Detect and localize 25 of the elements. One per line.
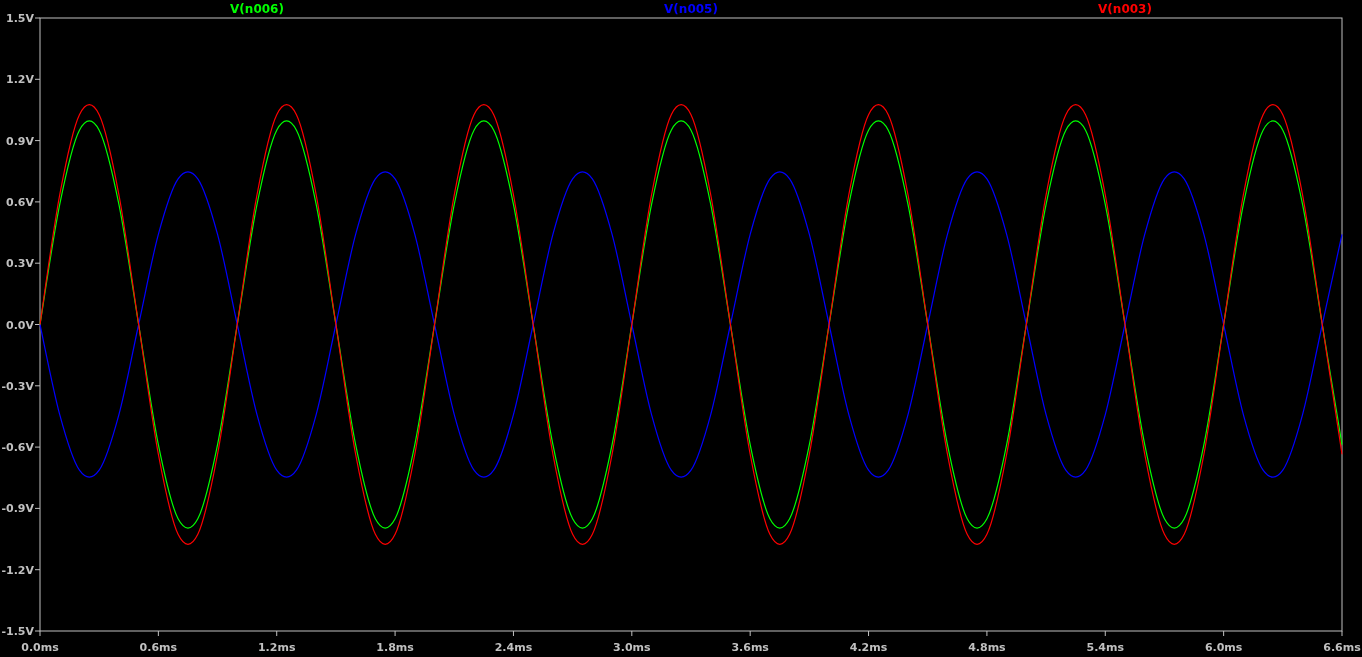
y-tick-label: -0.6V xyxy=(1,441,34,455)
x-tick-label: 6.0ms xyxy=(1204,641,1243,654)
y-tick-label: 0.6V xyxy=(6,195,34,209)
y-tick-label: 0.9V xyxy=(6,134,34,148)
x-tick-label: 1.8ms xyxy=(376,641,414,654)
x-tick-label: 0.0ms xyxy=(21,641,59,654)
trace-label[interactable]: V(n006) xyxy=(230,2,284,16)
y-tick-label: -0.9V xyxy=(1,502,34,516)
x-tick-label: 5.4ms xyxy=(1086,641,1124,654)
y-tick-label: 1.2V xyxy=(6,73,34,87)
trace-label[interactable]: V(n003) xyxy=(1098,2,1152,16)
y-tick-label: 1.5V xyxy=(6,12,34,25)
x-tick-label: 4.2ms xyxy=(849,641,888,654)
y-tick-label: 0.0V xyxy=(6,318,34,332)
y-tick-label: 0.3V xyxy=(6,257,34,271)
x-tick-label: 2.4ms xyxy=(494,641,533,654)
x-tick-label: 4.8ms xyxy=(968,641,1006,654)
y-tick-label: -0.3V xyxy=(1,379,34,393)
x-tick-label: 3.0ms xyxy=(613,641,651,654)
x-tick-label: 3.6ms xyxy=(731,641,769,654)
x-tick-label: 1.2ms xyxy=(258,641,296,654)
y-tick-label: -1.2V xyxy=(1,563,34,577)
x-tick-label: 0.6ms xyxy=(139,641,178,654)
x-tick-label: 6.6ms xyxy=(1323,641,1361,654)
y-tick-label: -1.5V xyxy=(1,625,34,638)
